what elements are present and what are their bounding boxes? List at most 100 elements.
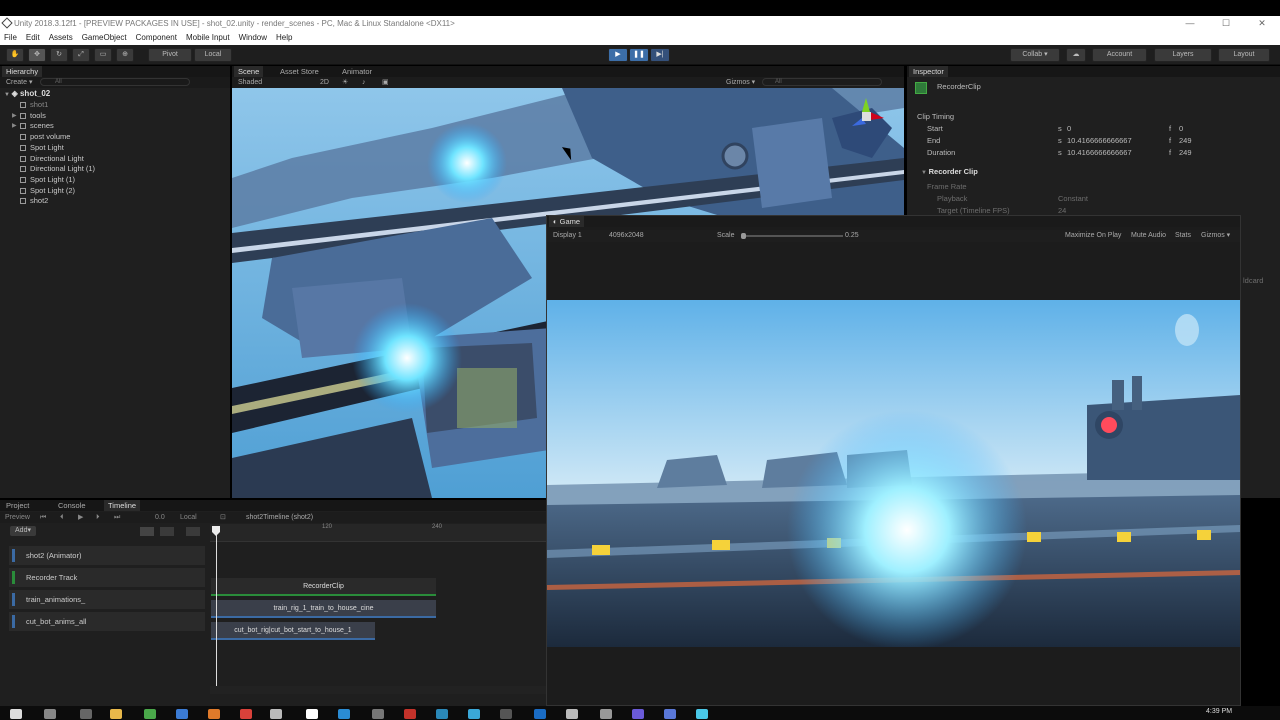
- task-view-icon[interactable]: [80, 709, 92, 719]
- collab-button[interactable]: Collab ▾: [1010, 48, 1060, 62]
- next-frame-icon[interactable]: ⏵: [96, 512, 100, 523]
- target-fps-value[interactable]: 24: [1058, 206, 1066, 215]
- timeline-local-toggle[interactable]: Local: [180, 512, 197, 523]
- menu-assets[interactable]: Assets: [49, 31, 73, 45]
- mute-audio-toggle[interactable]: Mute Audio: [1131, 230, 1166, 242]
- firefox-icon[interactable]: [208, 709, 220, 719]
- timeline-scrollbar[interactable]: [210, 686, 546, 694]
- search-icon[interactable]: [44, 709, 56, 719]
- scene-gizmos-dropdown[interactable]: Gizmos ▾: [726, 77, 755, 88]
- hand-tool-icon[interactable]: ✋: [6, 48, 24, 62]
- hierarchy-item[interactable]: Spot Light: [20, 143, 64, 154]
- tab-animator[interactable]: Animator: [338, 66, 376, 77]
- mail-icon[interactable]: [176, 709, 188, 719]
- settings-toggle-icon[interactable]: [186, 527, 200, 536]
- app-icon-gray[interactable]: [372, 709, 384, 719]
- expand-arrow-icon[interactable]: ▶: [12, 121, 17, 132]
- rotate-tool-icon[interactable]: ↻: [50, 48, 68, 62]
- transform-tool-icon[interactable]: ⊕: [116, 48, 134, 62]
- tab-timeline[interactable]: Timeline: [104, 500, 141, 511]
- visual-studio-icon[interactable]: [534, 709, 546, 719]
- account-dropdown[interactable]: Account: [1092, 48, 1147, 62]
- unity-taskbar-icon[interactable]: [270, 709, 282, 719]
- menu-help[interactable]: Help: [276, 31, 292, 45]
- hierarchy-item[interactable]: Spot Light (1): [20, 175, 75, 186]
- game-viewport[interactable]: [547, 300, 1240, 647]
- add-track-button[interactable]: Add▾: [10, 526, 36, 536]
- timing-seconds-field[interactable]: 10.4166666666667: [1067, 148, 1132, 157]
- menu-mobile-input[interactable]: Mobile Input: [186, 31, 230, 45]
- lighting-icon[interactable]: ☀: [342, 77, 348, 88]
- tab-inspector[interactable]: Inspector: [909, 66, 948, 77]
- cut-bot-animation-clip[interactable]: cut_bot_rig|cut_bot_start_to_house_1: [211, 622, 375, 640]
- minimize-button[interactable]: —: [1172, 16, 1208, 31]
- create-dropdown[interactable]: Create ▾: [6, 78, 32, 86]
- rect-tool-icon[interactable]: ▭: [94, 48, 112, 62]
- scene-orientation-gizmo[interactable]: [846, 96, 886, 136]
- timing-frames-field[interactable]: 249: [1179, 148, 1192, 157]
- hierarchy-search-input[interactable]: All: [40, 78, 190, 86]
- file-explorer-icon[interactable]: [110, 709, 122, 719]
- shading-mode-dropdown[interactable]: Shaded: [238, 77, 262, 88]
- maximize-on-play-toggle[interactable]: Maximize On Play: [1065, 230, 1121, 242]
- maximize-button[interactable]: ☐: [1208, 16, 1244, 31]
- menu-file[interactable]: File: [4, 31, 17, 45]
- app-icon-sky[interactable]: [696, 709, 708, 719]
- app-icon-blue[interactable]: [338, 709, 350, 719]
- timing-seconds-field[interactable]: 0: [1067, 124, 1071, 133]
- menu-edit[interactable]: Edit: [26, 31, 40, 45]
- frame-field[interactable]: 0.0: [155, 512, 165, 523]
- pivot-toggle[interactable]: Pivot: [148, 48, 192, 62]
- scale-slider-handle[interactable]: [741, 233, 746, 239]
- timeline-track[interactable]: shot2 (Animator): [9, 546, 205, 565]
- timeline-track[interactable]: Recorder Track: [9, 568, 205, 587]
- tab-hierarchy[interactable]: Hierarchy: [2, 66, 43, 77]
- app-icon-light[interactable]: [566, 709, 578, 719]
- stats-toggle[interactable]: Stats: [1175, 230, 1191, 242]
- app-icon-purple[interactable]: [632, 709, 644, 719]
- menu-component[interactable]: Component: [136, 31, 177, 45]
- game-gizmos-dropdown[interactable]: Gizmos ▾: [1201, 230, 1230, 242]
- hierarchy-item[interactable]: ▶ scenes: [12, 121, 54, 132]
- preview-toggle[interactable]: Preview: [5, 512, 30, 523]
- timeline-ruler[interactable]: 120 240: [210, 524, 546, 542]
- local-toggle[interactable]: Local: [194, 48, 232, 62]
- hierarchy-item[interactable]: ▶ tools: [12, 111, 46, 122]
- recorder-clip[interactable]: RecorderClip: [211, 578, 436, 596]
- tab-project[interactable]: Project: [2, 500, 33, 511]
- teams-icon[interactable]: [664, 709, 676, 719]
- app-icon-dark[interactable]: [500, 709, 512, 719]
- curve-toggle-icon[interactable]: [140, 527, 154, 536]
- scene-root[interactable]: ▼ ◈ shot_02: [4, 89, 50, 98]
- hierarchy-item[interactable]: Directional Light: [20, 154, 84, 165]
- audio-icon[interactable]: ♪: [362, 77, 366, 88]
- tab-scene[interactable]: Scene: [234, 66, 264, 77]
- section-recorder-clip[interactable]: ▼ Recorder Clip: [921, 167, 978, 176]
- timeline-play-icon[interactable]: ▶: [78, 512, 83, 523]
- hierarchy-item[interactable]: post volume: [20, 132, 70, 143]
- tab-console[interactable]: Console: [54, 500, 90, 511]
- timeline-playhead[interactable]: [216, 526, 217, 686]
- layout-dropdown[interactable]: Layout: [1218, 48, 1270, 62]
- step-button[interactable]: ▶|: [650, 48, 670, 62]
- menu-window[interactable]: Window: [239, 31, 267, 45]
- menu-gameobject[interactable]: GameObject: [82, 31, 127, 45]
- scale-slider[interactable]: [743, 235, 843, 237]
- goto-end-icon[interactable]: ⏭: [114, 512, 120, 523]
- scale-tool-icon[interactable]: ⤢: [72, 48, 90, 62]
- timeline-track[interactable]: cut_bot_anims_all: [9, 612, 205, 631]
- markers-toggle-icon[interactable]: [160, 527, 174, 536]
- effects-icon[interactable]: ▣: [382, 77, 389, 88]
- hierarchy-item[interactable]: Spot Light (2): [20, 186, 75, 197]
- notepad-icon[interactable]: [306, 709, 318, 719]
- playback-value[interactable]: Constant: [1058, 194, 1088, 203]
- resolution-dropdown[interactable]: 4096x2048: [609, 230, 644, 242]
- timeline-lock-icon[interactable]: ⊡: [220, 512, 226, 523]
- hierarchy-item[interactable]: shot1: [20, 100, 48, 111]
- hierarchy-item[interactable]: shot2: [20, 196, 48, 207]
- prev-frame-icon[interactable]: ⏴: [60, 512, 64, 523]
- pause-button[interactable]: ❚❚: [629, 48, 649, 62]
- move-tool-icon[interactable]: ✥: [28, 48, 46, 62]
- 2d-toggle[interactable]: 2D: [320, 77, 329, 88]
- app-icon-teal[interactable]: [436, 709, 448, 719]
